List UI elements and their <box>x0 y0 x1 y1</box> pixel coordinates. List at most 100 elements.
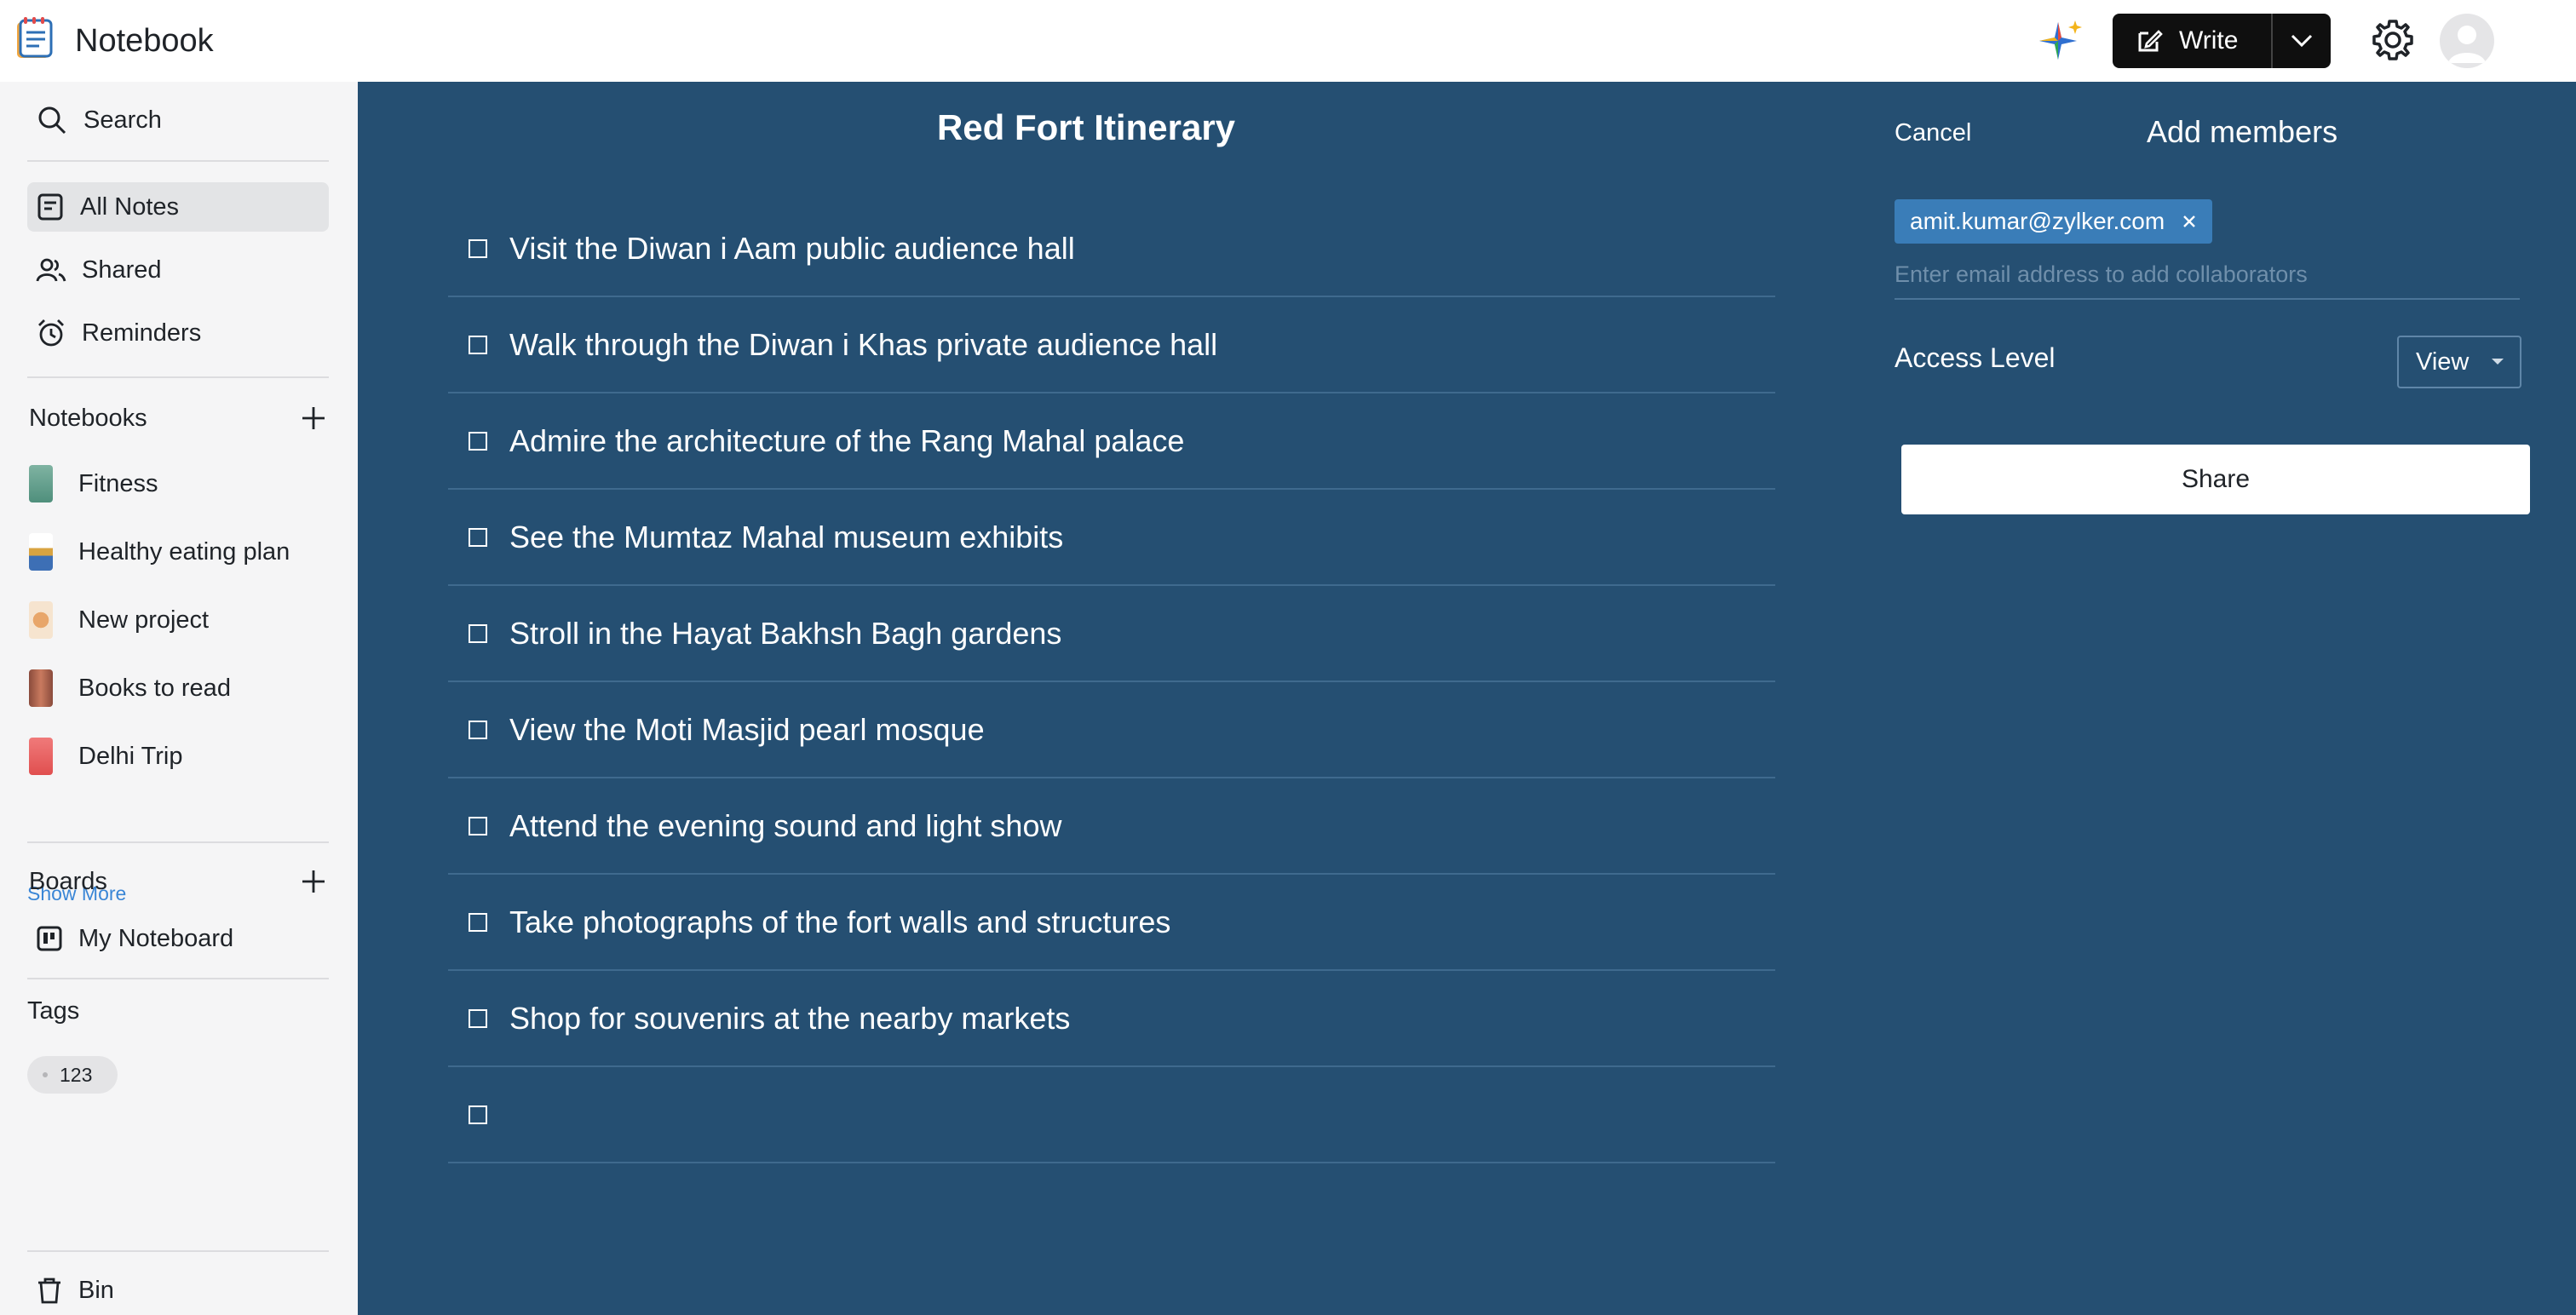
checklist-item[interactable]: Take photographs of the fort walls and s… <box>448 875 1775 971</box>
checkbox[interactable] <box>469 720 487 739</box>
checkbox[interactable] <box>469 912 487 932</box>
close-icon[interactable] <box>2182 214 2197 229</box>
bin-label: Bin <box>78 1276 114 1304</box>
sidebar-item-all-notes[interactable]: All Notes <box>27 182 329 232</box>
checklist-item[interactable]: Visit the Diwan i Aam public audience ha… <box>448 201 1775 297</box>
sidebar-item-label: Reminders <box>82 319 202 347</box>
notebook-item-healthy-eating-plan[interactable]: Healthy eating plan <box>29 526 336 577</box>
notebook-cover-icon <box>29 601 53 639</box>
notebook-cover-icon <box>29 738 53 775</box>
access-level-select[interactable]: View <box>2397 336 2521 388</box>
notebooks-section-header: Notebooks <box>29 397 327 439</box>
checklist-item[interactable]: Shop for souvenirs at the nearby markets <box>448 971 1775 1067</box>
tags-heading: Tags <box>27 996 80 1025</box>
users-icon <box>36 258 66 282</box>
checklist-item-text[interactable]: View the Moti Masjid pearl mosque <box>509 712 985 748</box>
divider <box>27 841 329 843</box>
board-label: My Noteboard <box>78 924 234 952</box>
checkbox[interactable] <box>469 816 487 836</box>
app-title: Notebook <box>75 23 214 59</box>
tags-section-header: Tags <box>27 990 325 1032</box>
search-label: Search <box>83 106 162 134</box>
write-label: Write <box>2179 26 2239 55</box>
add-board-icon[interactable] <box>300 868 327 895</box>
checklist-item-text[interactable]: Take photographs of the fort walls and s… <box>509 904 1170 940</box>
checklist-item-text[interactable]: Walk through the Diwan i Khas private au… <box>509 327 1217 363</box>
checkbox[interactable] <box>469 1105 487 1124</box>
member-email: amit.kumar@zylker.com <box>1910 208 2165 234</box>
note-editor: Red Fort Itinerary Visit the Diwan i Aam… <box>358 82 1864 1315</box>
notebook-label: Delhi Trip <box>78 742 183 770</box>
trash-icon <box>38 1278 60 1304</box>
cancel-button[interactable]: Cancel <box>1895 119 1971 147</box>
sidebar-item-bin[interactable]: Bin <box>27 1266 329 1315</box>
checklist-item[interactable]: See the Mumtaz Mahal museum exhibits <box>448 490 1775 586</box>
panel-title: Add members <box>2147 114 2338 149</box>
checkbox[interactable] <box>469 335 487 354</box>
write-options-button[interactable] <box>2271 14 2331 68</box>
ai-sparkle-icon[interactable] <box>2034 15 2085 66</box>
checkbox[interactable] <box>469 238 487 258</box>
checklist-item-text[interactable]: Shop for souvenirs at the nearby markets <box>509 1001 1070 1036</box>
notebook-label: Fitness <box>78 469 158 497</box>
sidebar: Search All Notes Shared Reminders Notebo… <box>0 82 358 1315</box>
avatar[interactable] <box>2440 14 2494 68</box>
pencil-icon <box>2138 30 2163 52</box>
checklist-item-text[interactable]: Visit the Diwan i Aam public audience ha… <box>509 231 1075 267</box>
email-input[interactable] <box>1895 250 2520 300</box>
member-chip: amit.kumar@zylker.com <box>1895 199 2213 244</box>
notebook-cover-icon <box>29 465 53 502</box>
sidebar-item-shared[interactable]: Shared <box>27 245 329 295</box>
checklist-item-text[interactable]: Stroll in the Hayat Bakhsh Bagh gardens <box>509 616 1061 652</box>
alarm-clock-icon <box>38 319 64 347</box>
add-members-panel: Cancel Add members amit.kumar@zylker.com… <box>1864 82 2576 1315</box>
notebook-item-fitness[interactable]: Fitness <box>29 458 336 509</box>
notebook-item-new-project[interactable]: New project <box>29 594 336 646</box>
divider <box>27 1250 329 1252</box>
search-icon <box>38 106 66 135</box>
checklist-item[interactable]: Attend the evening sound and light show <box>448 778 1775 875</box>
gear-icon[interactable] <box>2370 17 2416 63</box>
notebook-label: Healthy eating plan <box>78 537 290 566</box>
notebook-label: Books to read <box>78 674 231 702</box>
divider <box>27 978 329 979</box>
chevron-down-icon <box>2291 34 2313 48</box>
notebook-item-delhi-trip[interactable]: Delhi Trip <box>29 731 336 782</box>
checklist-item[interactable]: Admire the architecture of the Rang Maha… <box>448 393 1775 490</box>
board-item-my-noteboard[interactable]: My Noteboard <box>27 914 329 963</box>
notebook-logo-icon <box>17 17 53 58</box>
checkbox[interactable] <box>469 623 487 643</box>
checklist-item-text[interactable]: Attend the evening sound and light show <box>509 808 1061 844</box>
notebook-label: New project <box>78 606 210 634</box>
notebooks-heading: Notebooks <box>29 404 147 432</box>
checklist-item-empty[interactable] <box>448 1067 1775 1163</box>
sidebar-item-reminders[interactable]: Reminders <box>27 308 329 358</box>
checkbox[interactable] <box>469 1008 487 1028</box>
notebook-cover-icon <box>29 669 53 707</box>
note-icon <box>37 193 63 221</box>
checkbox[interactable] <box>469 527 487 547</box>
add-notebook-icon[interactable] <box>300 405 327 432</box>
user-icon <box>2448 26 2486 63</box>
sidebar-item-label: All Notes <box>80 192 180 221</box>
checklist-item[interactable]: Walk through the Diwan i Khas private au… <box>448 297 1775 393</box>
notebook-item-books-to-read[interactable]: Books to read <box>29 663 336 714</box>
access-level-value: View <box>2416 347 2470 376</box>
access-level-label: Access Level <box>1895 342 2056 373</box>
boards-heading: Boards <box>29 867 107 895</box>
checkbox[interactable] <box>469 431 487 451</box>
checklist-item-text[interactable]: See the Mumtaz Mahal museum exhibits <box>509 520 1063 555</box>
tag-chip[interactable]: 123 <box>27 1056 118 1094</box>
caret-down-icon <box>2492 359 2504 365</box>
divider <box>27 376 329 378</box>
search-button[interactable]: Search <box>27 95 329 145</box>
write-button[interactable]: Write <box>2113 14 2271 68</box>
checklist-item[interactable]: Stroll in the Hayat Bakhsh Bagh gardens <box>448 586 1775 682</box>
checklist-item[interactable]: View the Moti Masjid pearl mosque <box>448 682 1775 778</box>
note-title[interactable]: Red Fort Itinerary <box>358 107 1814 148</box>
notebook-cover-icon <box>29 533 53 571</box>
checklist-item-text[interactable]: Admire the architecture of the Rang Maha… <box>509 423 1184 459</box>
share-button[interactable]: Share <box>1901 445 2530 514</box>
sidebar-item-label: Shared <box>82 256 162 284</box>
board-icon <box>37 926 62 951</box>
